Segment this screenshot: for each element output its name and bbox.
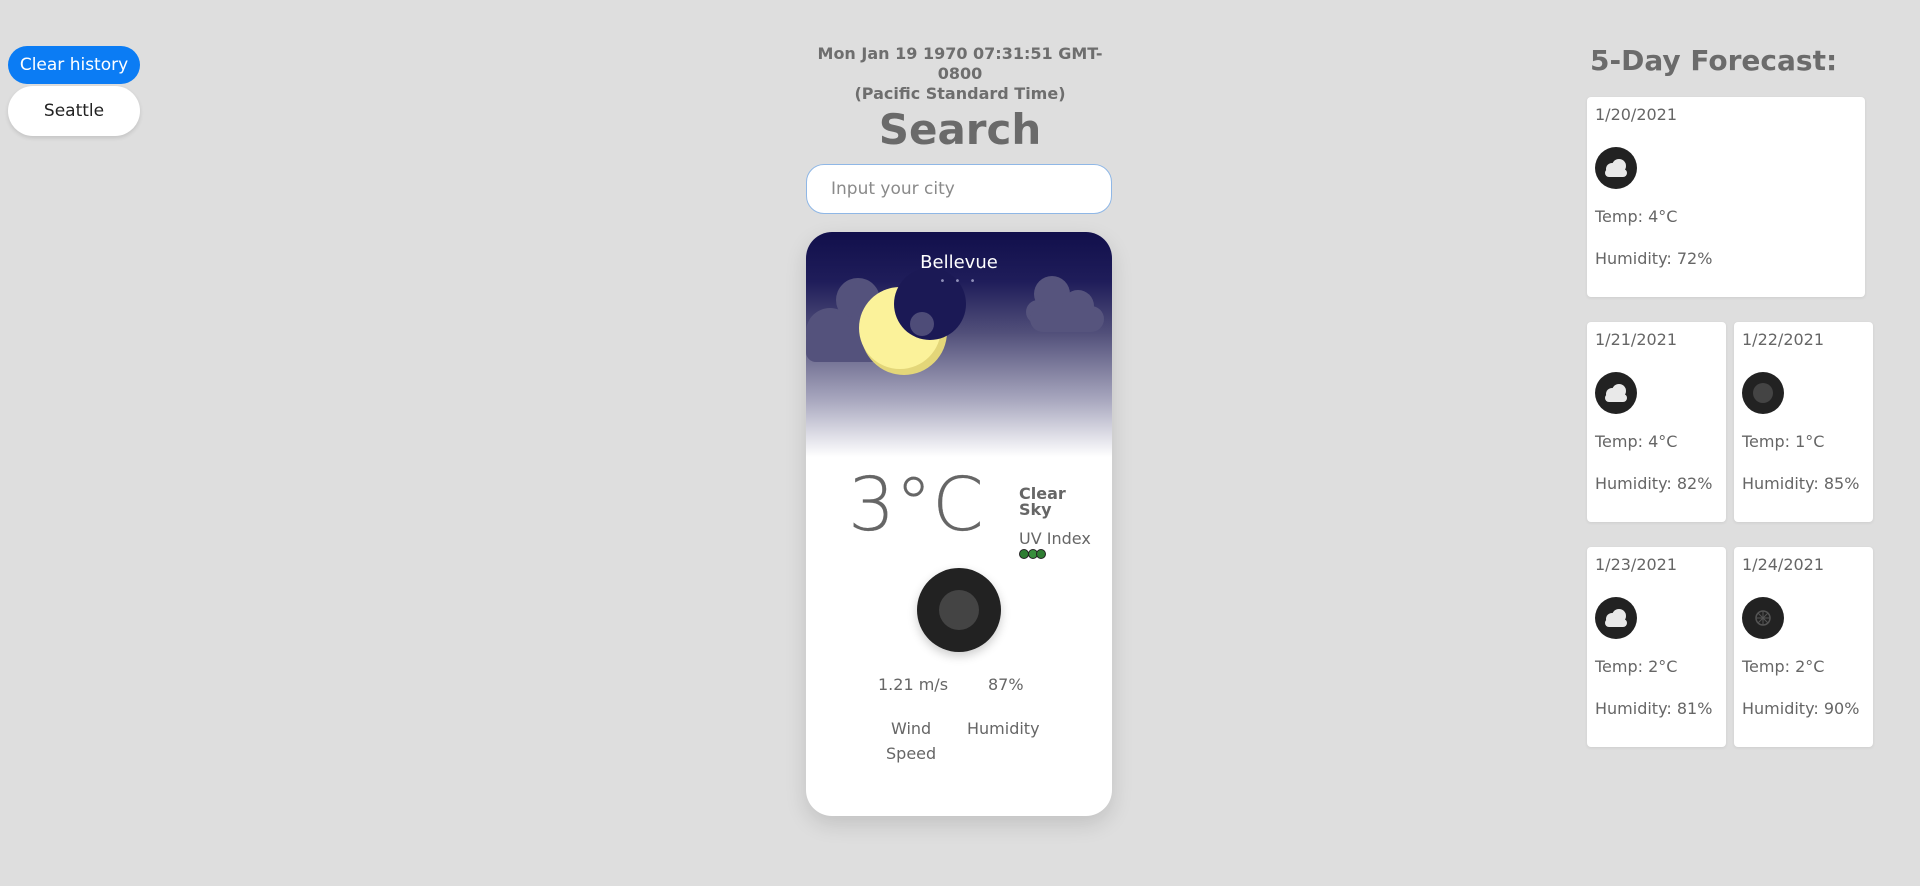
weather-description: Clear Sky — [1019, 486, 1066, 518]
cloud-icon — [1595, 372, 1637, 414]
forecast-temp: Temp: 2°C — [1742, 657, 1825, 676]
snow-icon — [1742, 597, 1784, 639]
forecast-day-card: 1/24/2021 Temp: 2°C Humidity: 90% — [1734, 547, 1873, 747]
cloud-icon — [1595, 597, 1637, 639]
forecast-temp: Temp: 1°C — [1742, 432, 1825, 451]
page-dots: • • • — [939, 276, 979, 287]
description-line2: Sky — [1019, 500, 1052, 519]
forecast-date: 1/24/2021 — [1742, 555, 1825, 574]
clear-night-icon — [939, 590, 979, 630]
wind-speed-value: 1.21 m/s — [878, 675, 949, 694]
forecast-humidity: Humidity: 82% — [1595, 474, 1713, 493]
datetime-line2: (Pacific Standard Time) — [854, 84, 1066, 103]
forecast-humidity: Humidity: 85% — [1742, 474, 1860, 493]
clear-icon — [1742, 372, 1784, 414]
forecast-temp: Temp: 4°C — [1595, 432, 1678, 451]
forecast-humidity: Humidity: 81% — [1595, 699, 1713, 718]
humidity-label: Humidity — [967, 719, 1040, 738]
sky-scene: Bellevue • • • — [806, 232, 1112, 457]
wind-speed-label: Wind Speed — [886, 716, 936, 766]
wind-label-line1: Wind — [890, 719, 932, 738]
search-history: Clear history Seattle — [8, 46, 140, 136]
history-city-seattle[interactable]: Seattle — [8, 86, 140, 136]
forecast-day-card: 1/22/2021 Temp: 1°C Humidity: 85% — [1734, 322, 1873, 522]
city-search-input[interactable] — [806, 164, 1112, 214]
forecast-date: 1/23/2021 — [1595, 555, 1678, 574]
forecast-panel: 5-Day Forecast: — [1590, 44, 1920, 78]
forecast-humidity: Humidity: 72% — [1595, 249, 1713, 268]
forecast-day-card: 1/23/2021 Temp: 2°C Humidity: 81% — [1587, 547, 1726, 747]
humidity-value: 87% — [988, 675, 1024, 694]
main-panel: Mon Jan 19 1970 07:31:51 GMT-0800 (Pacif… — [806, 44, 1114, 816]
forecast-date: 1/20/2021 — [1595, 105, 1678, 124]
page-title: Search — [878, 105, 1042, 154]
forecast-title: 5-Day Forecast: — [1590, 44, 1838, 77]
current-temperature: 3°C — [848, 462, 984, 548]
forecast-date: 1/22/2021 — [1742, 330, 1825, 349]
cloud-front-icon — [910, 312, 934, 336]
clear-history-button[interactable]: Clear history — [8, 46, 140, 84]
current-weather-card: Bellevue • • • 3°C Clear Sky UV Index 1.… — [806, 232, 1112, 816]
cloud-icon — [1595, 147, 1637, 189]
datetime-line1: Mon Jan 19 1970 07:31:51 GMT-0800 — [817, 44, 1103, 83]
forecast-humidity: Humidity: 90% — [1742, 699, 1860, 718]
forecast-temp: Temp: 4°C — [1595, 207, 1678, 226]
uv-index-label: UV Index — [1019, 529, 1091, 548]
city-name: Bellevue — [920, 252, 998, 273]
uv-index-icon — [1019, 549, 1046, 559]
current-weather-icon — [917, 568, 1001, 652]
current-datetime: Mon Jan 19 1970 07:31:51 GMT-0800 (Pacif… — [806, 44, 1114, 104]
forecast-day-card: 1/20/2021 Temp: 4°C Humidity: 72% — [1587, 97, 1865, 297]
forecast-day-card: 1/21/2021 Temp: 4°C Humidity: 82% — [1587, 322, 1726, 522]
wind-label-line2: Speed — [886, 744, 937, 763]
forecast-date: 1/21/2021 — [1595, 330, 1678, 349]
forecast-temp: Temp: 2°C — [1595, 657, 1678, 676]
